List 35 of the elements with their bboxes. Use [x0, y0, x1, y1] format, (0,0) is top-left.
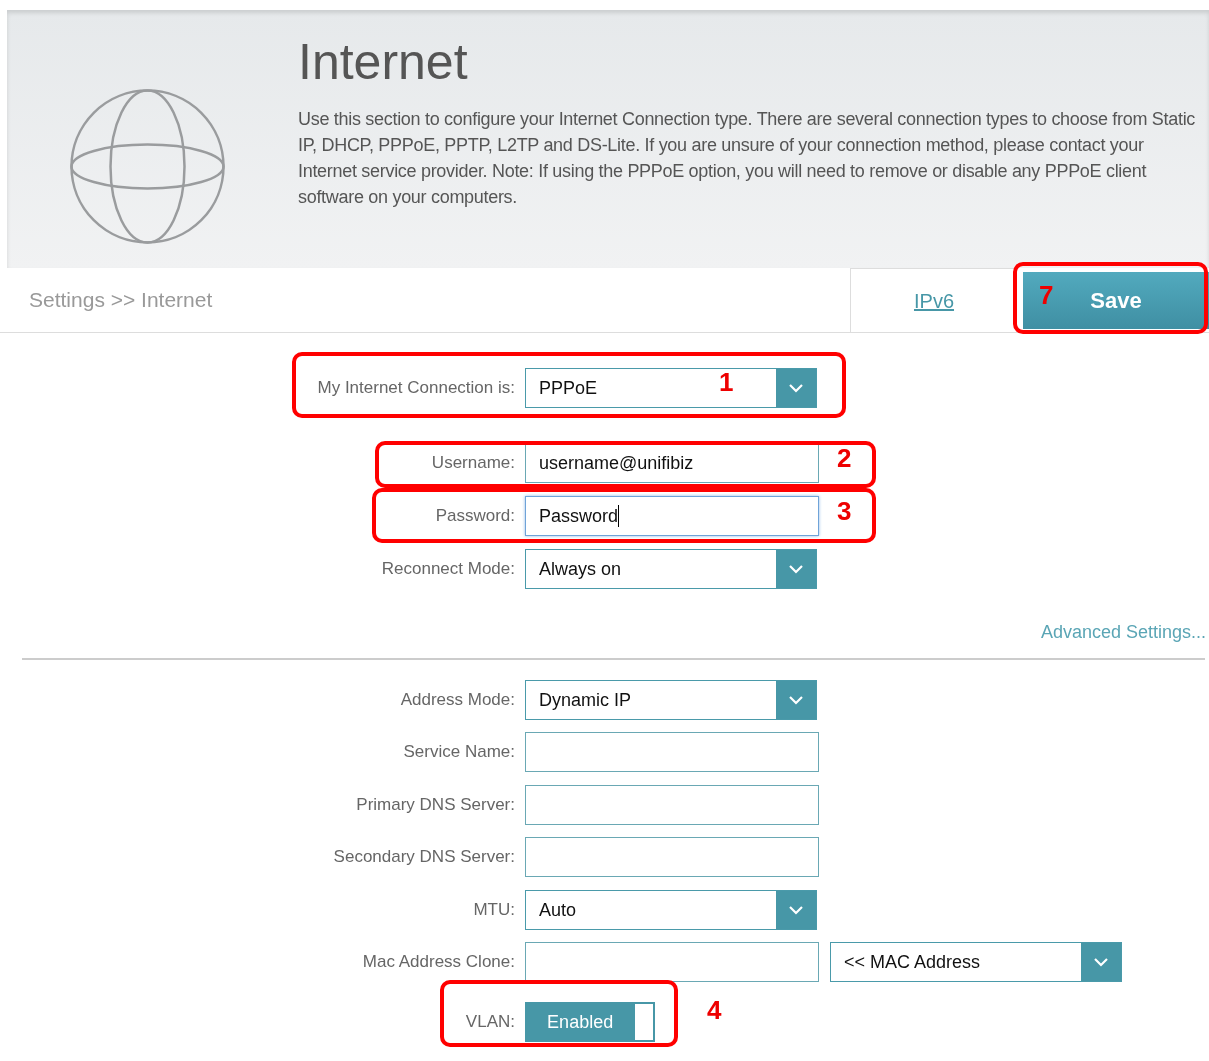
input-field[interactable]: [525, 837, 819, 877]
input-field[interactable]: [525, 732, 819, 772]
description-text: Use this section to configure your Internet Connection type. There are several connection types to choose from Static IP, DHCP, PPPoE, PPTP, L2TP and DS-Lite. If you are unsure of your connection method, please contact your Internet service provider. Note: If using the PPPoE option, you will need to remove or disable any PPPoE client software on your computers.: [298, 108, 1197, 209]
chevron-down-icon: [788, 905, 804, 915]
chevron-down-icon: [788, 564, 804, 574]
annotation-number: 4: [707, 995, 722, 1025]
chevron-down-icon: [1093, 957, 1109, 967]
dropdown[interactable]: Dynamic IP: [525, 680, 817, 720]
dropdown[interactable]: Auto: [525, 890, 817, 930]
field-label: Mac Address Clone:: [361, 951, 516, 974]
field-label: Password:: [434, 505, 516, 528]
field-label: Primary DNS Server:: [355, 794, 516, 817]
chevron-down-icon: [788, 695, 804, 705]
annotation-number: 2: [837, 443, 852, 473]
input-field[interactable]: Password: [525, 496, 819, 536]
field-label: MTU:: [472, 899, 516, 922]
page-title: Internet: [298, 33, 469, 92]
input-field[interactable]: [525, 785, 819, 825]
input-field[interactable]: [525, 942, 819, 982]
field-label: Reconnect Mode:: [380, 558, 516, 581]
field-label: Address Mode:: [399, 689, 516, 712]
input-field[interactable]: username@unifibiz: [525, 443, 819, 483]
field-label: Service Name:: [402, 741, 516, 764]
annotation-number: 3: [837, 496, 852, 526]
annotation-number: 1: [719, 367, 734, 397]
dropdown[interactable]: << MAC Address: [830, 942, 1122, 982]
chevron-down-icon: [788, 383, 804, 393]
dropdown[interactable]: Always on: [525, 549, 817, 589]
breadcrumb: Settings >> Internet: [28, 287, 214, 314]
field-label: VLAN:: [464, 1011, 516, 1034]
field-label: Secondary DNS Server:: [332, 846, 516, 869]
globe-icon: [69, 88, 226, 245]
annotation-number: 7: [1039, 280, 1054, 310]
field-label: My Internet Connection is:: [316, 377, 516, 400]
field-label: Username:: [430, 452, 516, 475]
